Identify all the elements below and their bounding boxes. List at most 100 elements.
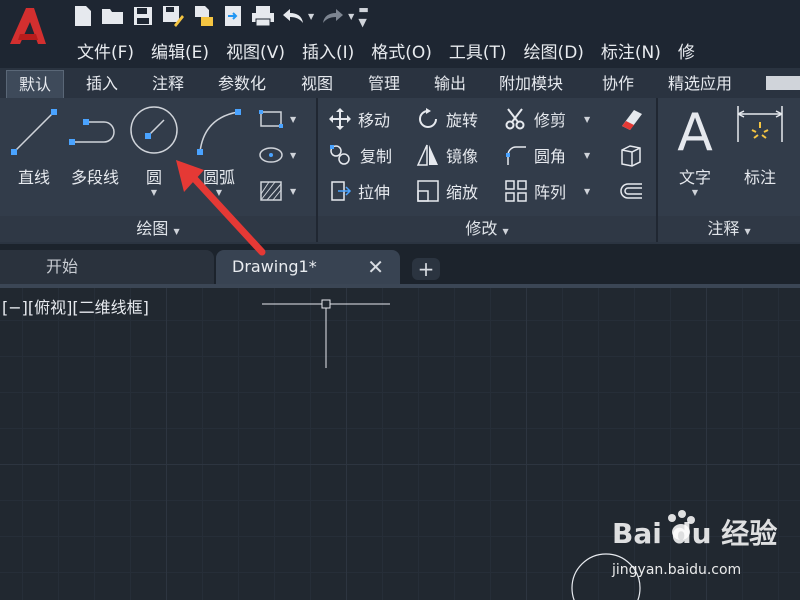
canvas-top-border [0, 284, 800, 288]
modify-panel-title: 修改 [465, 219, 498, 238]
move-tool-label: 移动 [358, 111, 391, 130]
circle-icon [130, 106, 178, 154]
rotate-tool-button[interactable]: 旋转 [416, 104, 478, 134]
modify-panel: 移动 旋转 修剪 ▼ 复制 镜像 圆角 ▼ 拉伸 缩放 阵列 ▼ 修改 ▼ [318, 98, 656, 242]
stretch-tool-label: 拉伸 [358, 183, 391, 202]
dimension-tool-button[interactable]: 标注 [732, 102, 788, 188]
stretch-icon [331, 181, 352, 201]
dimension-icon [737, 106, 783, 142]
new-tab-plus-icon[interactable]: + [412, 258, 440, 280]
ribbon-tab-collaborate[interactable]: 协作 [590, 70, 646, 97]
array-dropdown-icon[interactable]: ▼ [584, 187, 590, 196]
trim-tool-button[interactable]: 修剪 ▼ [504, 104, 590, 134]
offset-tool-button[interactable] [618, 176, 650, 206]
explode-tool-button[interactable] [618, 140, 650, 170]
move-tool-button[interactable]: 移动 [328, 104, 390, 134]
redo-icon[interactable] [320, 3, 346, 29]
ribbon-tab-default[interactable]: 默认 [6, 70, 65, 98]
mirror-tool-button[interactable]: 镜像 [416, 140, 478, 170]
dimension-tool-label: 标注 [743, 168, 776, 187]
ribbon-tab-view[interactable]: 视图 [289, 70, 345, 97]
menu-edit[interactable]: 编辑(E) [151, 38, 209, 63]
ribbon-tab-annotate[interactable]: 注释 [140, 70, 196, 97]
menu-format[interactable]: 格式(O) [371, 38, 432, 63]
menu-insert[interactable]: 插入(I) [302, 38, 354, 63]
ribbon-tab-parametric[interactable]: 参数化 [206, 70, 278, 97]
open-folder-icon[interactable] [100, 3, 126, 29]
trim-dropdown-icon[interactable]: ▼ [584, 115, 590, 124]
menu-dimension[interactable]: 标注(N) [601, 38, 661, 63]
rectangle-tool-button[interactable]: ▼ [258, 104, 296, 134]
trim-tool-label: 修剪 [534, 111, 567, 130]
watermark-brand: Bai du 经验 [612, 517, 778, 550]
polyline-tool-label: 多段线 [70, 168, 119, 187]
polyline-icon [69, 119, 115, 145]
viewport-controls-label[interactable]: [−][俯视][二维线框] [2, 294, 149, 318]
array-tool-label: 阵列 [534, 183, 567, 202]
ribbon-tab-manage[interactable]: 管理 [356, 70, 412, 97]
annotation-panel-title: 注释 [707, 219, 740, 238]
customize-qat-icon[interactable]: ▬ ▼ [358, 3, 368, 29]
menu-draw[interactable]: 绘图(D) [524, 38, 584, 63]
undo-icon[interactable] [280, 3, 306, 29]
line-icon [11, 109, 57, 155]
copy-tool-label: 复制 [360, 147, 393, 166]
menu-file[interactable]: 文件(F) [77, 38, 134, 63]
mirror-tool-label: 镜像 [446, 147, 479, 166]
rotate-icon [419, 108, 437, 128]
drawing-canvas[interactable] [0, 284, 800, 600]
text-dropdown-icon[interactable]: ▼ [670, 188, 720, 197]
rectangle-dropdown-icon[interactable]: ▼ [290, 115, 296, 124]
annotation-panel-footer[interactable]: 注释 ▼ [658, 216, 800, 242]
eraser-icon [622, 110, 642, 130]
print-icon[interactable] [250, 3, 276, 29]
redo-dropdown-icon[interactable]: ▼ [348, 12, 354, 21]
ribbon-tab-output[interactable]: 输出 [422, 70, 478, 97]
menu-modify[interactable]: 修 [678, 38, 695, 63]
stretch-tool-button[interactable]: 拉伸 [328, 176, 390, 206]
scale-tool-label: 缩放 [446, 183, 479, 202]
draw-panel-title: 绘图 [136, 219, 169, 238]
ribbon-tab-insert[interactable]: 插入 [74, 70, 130, 97]
line-tool-button[interactable]: 直线 [8, 104, 60, 188]
file-tab-bar: 开始 Drawing1* ✕ + [0, 244, 800, 284]
undo-dropdown-icon[interactable]: ▼ [308, 12, 314, 21]
ribbon-tab-bar: 默认 插入 注释 参数化 视图 管理 输出 附加模块 协作 精选应用 [0, 68, 800, 99]
move-icon [329, 108, 351, 130]
copy-tool-button[interactable]: 复制 [328, 140, 392, 170]
ellipse-dropdown-icon[interactable]: ▼ [290, 151, 296, 160]
file-tab-start-label: 开始 [46, 257, 79, 276]
menu-bar: 文件(F) 编辑(E) 视图(V) 插入(I) 格式(O) 工具(T) 绘图(D… [60, 36, 695, 64]
erase-tool-button[interactable] [618, 104, 650, 134]
array-tool-button[interactable]: 阵列 ▼ [504, 176, 590, 206]
modify-panel-expand-icon[interactable]: ▼ [502, 227, 508, 236]
open-web-icon[interactable] [190, 3, 216, 29]
fillet-tool-button[interactable]: 圆角 ▼ [504, 140, 590, 170]
fillet-icon [506, 146, 526, 165]
ribbon-toggle-button[interactable] [766, 76, 800, 90]
annotation-panel-expand-icon[interactable]: ▼ [744, 227, 750, 236]
offset-icon [620, 183, 642, 199]
menu-view[interactable]: 视图(V) [226, 38, 285, 63]
annotation-panel: A 文字 ▼ 标注 注释 ▼ [658, 98, 800, 242]
save-icon[interactable] [130, 3, 156, 29]
text-tool-button[interactable]: A 文字 ▼ [670, 102, 720, 197]
autocad-logo-icon[interactable] [6, 4, 50, 48]
array-icon [505, 180, 527, 202]
polyline-tool-button[interactable]: 多段线 [64, 104, 126, 188]
fillet-dropdown-icon[interactable]: ▼ [584, 151, 590, 160]
mirror-icon [416, 144, 438, 166]
menu-tools[interactable]: 工具(T) [449, 38, 507, 63]
new-file-icon[interactable] [70, 3, 96, 29]
scale-tool-button[interactable]: 缩放 [416, 176, 478, 206]
text-tool-label: 文字 [678, 168, 711, 187]
ribbon-tab-addins[interactable]: 附加模块 [487, 70, 575, 97]
save-web-icon[interactable] [220, 3, 246, 29]
watermark-url: jingyan.baidu.com [612, 562, 742, 578]
ribbon-tab-featured-apps[interactable]: 精选应用 [656, 70, 744, 97]
modify-panel-footer[interactable]: 修改 ▼ [318, 216, 656, 242]
arc-icon [197, 109, 241, 155]
hatch-dropdown-icon[interactable]: ▼ [290, 187, 296, 196]
scale-icon [417, 180, 439, 202]
save-as-icon[interactable] [160, 3, 186, 29]
